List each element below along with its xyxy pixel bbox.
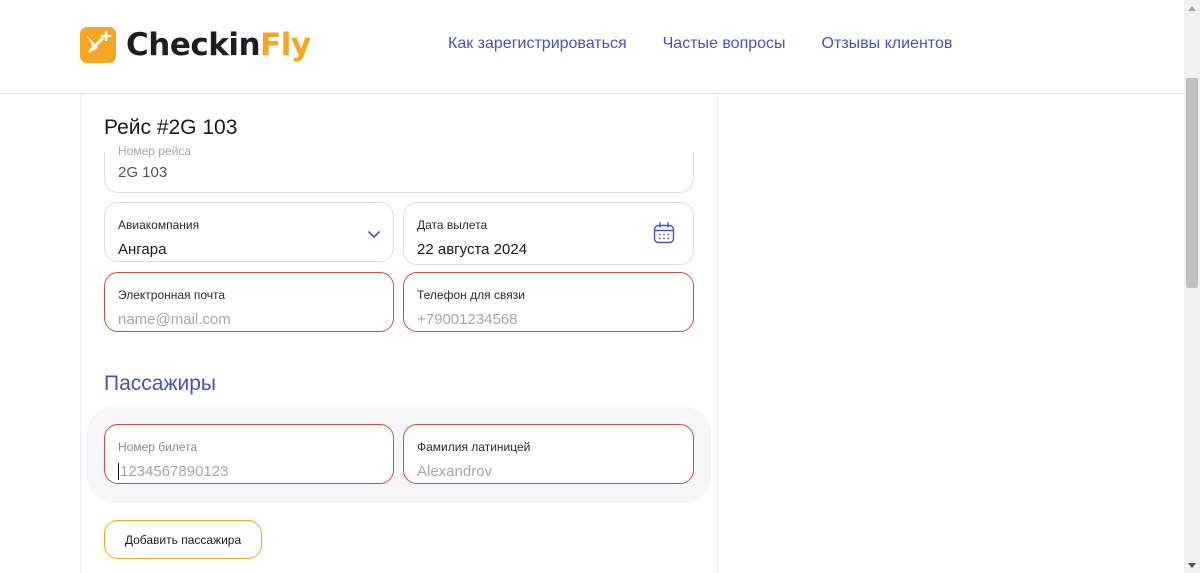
airline-label: Авиакомпания xyxy=(118,218,200,232)
last-name-field[interactable]: Фамилия латиницей Alexandrov xyxy=(403,424,694,484)
site-header: CheckinFly Как зарегистрироваться Частые… xyxy=(0,0,1184,94)
ticket-number-label: Номер билета xyxy=(118,440,198,454)
departure-date-value: 22 августа 2024 xyxy=(417,241,528,258)
airline-value: Ангара xyxy=(118,241,167,258)
departure-date-field[interactable]: Дата вылета 22 августа 2024 xyxy=(403,202,694,265)
flight-number-field[interactable]: Номер рейса 2G 103 xyxy=(104,144,694,193)
logo[interactable]: CheckinFly xyxy=(80,27,311,63)
calendar-icon[interactable] xyxy=(653,222,675,244)
page-scrollbar[interactable] xyxy=(1184,0,1200,573)
flight-number-label: Номер рейса xyxy=(118,144,191,158)
phone-label: Телефон для связи xyxy=(417,288,525,302)
chevron-down-icon[interactable] xyxy=(367,229,381,239)
text-cursor xyxy=(118,463,119,480)
passenger-block: Номер билета 1234567890123 Фамилия латин… xyxy=(87,407,711,503)
nav-link-faq[interactable]: Частые вопросы xyxy=(663,35,786,53)
scrollbar-thumb[interactable] xyxy=(1186,78,1198,288)
last-name-label: Фамилия латиницей xyxy=(417,440,531,454)
email-field[interactable]: Электронная почта name@mail.com xyxy=(104,272,394,332)
phone-field[interactable]: Телефон для связи +79001234568 xyxy=(403,272,694,332)
ticket-number-field[interactable]: Номер билета 1234567890123 xyxy=(104,424,394,484)
nav-link-reviews[interactable]: Отзывы клиентов xyxy=(822,35,953,53)
scroll-up-arrow-icon[interactable] xyxy=(1184,0,1200,16)
email-label: Электронная почта xyxy=(118,288,226,302)
add-passenger-button[interactable]: Добавить пассажира xyxy=(104,520,262,559)
main-nav: Как зарегистрироваться Частые вопросы От… xyxy=(448,35,952,53)
checkin-form-card: Рейс #2G 103 Номер рейса 2G 103 Авиакомп… xyxy=(80,94,718,573)
last-name-placeholder: Alexandrov xyxy=(417,463,493,480)
checkinfly-logo-icon xyxy=(80,27,116,63)
departure-date-label: Дата вылета xyxy=(417,218,488,232)
passengers-title: Пассажиры xyxy=(104,372,217,395)
ticket-number-placeholder: 1234567890123 xyxy=(120,463,229,480)
flight-number-value: 2G 103 xyxy=(118,164,168,181)
email-placeholder: name@mail.com xyxy=(118,311,231,328)
flight-title: Рейс #2G 103 xyxy=(104,116,238,139)
phone-placeholder: +79001234568 xyxy=(417,311,518,328)
scroll-down-arrow-icon[interactable] xyxy=(1184,557,1200,573)
airline-select[interactable]: Авиакомпания Ангара xyxy=(104,202,394,262)
logo-text: CheckinFly xyxy=(126,27,311,63)
nav-link-how-to-register[interactable]: Как зарегистрироваться xyxy=(448,35,627,53)
